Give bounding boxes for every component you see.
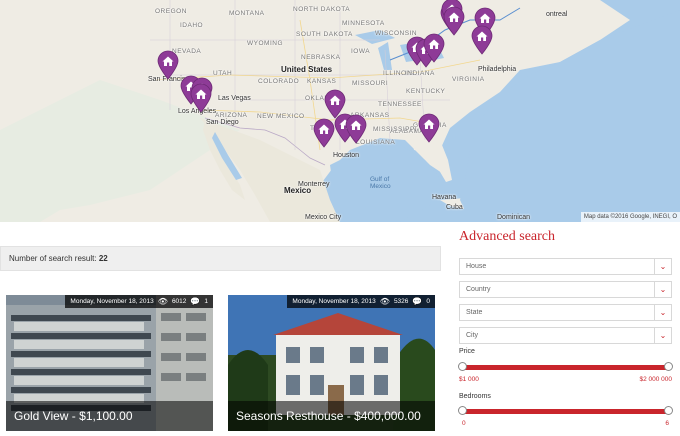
- listing-date: Monday, November 18, 2013: [70, 298, 154, 305]
- advanced-search-panel: Advanced search House ⌄ Country ⌄ State …: [458, 226, 674, 427]
- comment-icon: 💬: [412, 297, 423, 306]
- listing-views: 5326: [393, 298, 409, 305]
- house-marker-icon[interactable]: [423, 33, 445, 63]
- state-placeholder: State: [466, 309, 483, 316]
- listing-meta: Monday, November 18, 2013 👁 6012 💬 1: [65, 295, 213, 308]
- listing-title[interactable]: Gold View - $1,100.00: [6, 401, 213, 431]
- house-marker-icon[interactable]: [443, 6, 465, 36]
- map-state-label: NORTH DAKOTA: [293, 6, 351, 13]
- map-city-label: Havana: [432, 194, 457, 201]
- country-placeholder: Country: [466, 286, 491, 293]
- map-city-label: ontreal: [546, 11, 568, 18]
- map-state-label: MISSOURI: [352, 80, 389, 87]
- house-marker-icon[interactable]: [313, 118, 335, 148]
- listing-views: 6012: [171, 298, 187, 305]
- map-city-label: Philadelphia: [478, 66, 517, 73]
- map-state-label: WYOMING: [247, 40, 283, 47]
- map-state-label: IDAHO: [180, 22, 204, 29]
- price-max-handle[interactable]: [664, 362, 673, 371]
- house-marker-icon[interactable]: [471, 25, 493, 55]
- map-state-label: INDIANA: [405, 70, 435, 77]
- comment-icon: 💬: [190, 297, 201, 306]
- bedrooms-min-value: 0: [462, 420, 466, 427]
- map-state-label: KENTUCKY: [406, 88, 446, 95]
- listing-date: Monday, November 18, 2013: [292, 298, 376, 305]
- page: United States Mexico San Francisco Las V…: [0, 0, 680, 436]
- chevron-down-icon: ⌄: [654, 305, 671, 320]
- state-select[interactable]: State ⌄: [459, 304, 672, 321]
- listing-card[interactable]: Monday, November 18, 2013 👁 6012 💬 1 Gol…: [6, 295, 213, 431]
- chevron-down-icon: ⌄: [654, 328, 671, 343]
- eye-icon: 👁: [379, 297, 390, 306]
- map-state-label: UTAH: [213, 70, 233, 77]
- city-select[interactable]: City ⌄: [459, 327, 672, 344]
- search-result-count: 22: [98, 254, 108, 263]
- map-water-label: Gulf of Mexico: [370, 176, 391, 190]
- chevron-down-icon: ⌄: [654, 282, 671, 297]
- map-city-label: Monterrey: [298, 181, 330, 188]
- map-city-label: San Diego: [206, 119, 239, 126]
- map-city-label: Houston: [333, 152, 360, 159]
- house-marker-icon[interactable]: [190, 83, 212, 113]
- search-result-count-bar: Number of search result: 22: [0, 246, 441, 271]
- map-state-label: KANSAS: [307, 78, 337, 85]
- map-state-label: VIRGINIA: [452, 76, 485, 83]
- bedrooms-min-handle[interactable]: [458, 406, 467, 415]
- house-marker-icon[interactable]: [418, 113, 440, 143]
- house-marker-icon[interactable]: [345, 114, 367, 144]
- map-state-label: SOUTH DAKOTA: [296, 31, 353, 38]
- map-state-label: NEBRASKA: [301, 54, 341, 61]
- map-state-label: NEW MEXICO: [257, 113, 305, 120]
- map-city-label: Mexico City: [305, 214, 342, 221]
- map-state-label: MONTANA: [229, 10, 265, 17]
- map-city-label: Cuba: [446, 204, 463, 211]
- price-min-value: $1 000: [459, 376, 479, 383]
- map-state-label: COLORADO: [258, 78, 300, 85]
- city-placeholder: City: [466, 332, 479, 339]
- bedrooms-max-handle[interactable]: [664, 406, 673, 415]
- price-max-value: $2 000 000: [639, 376, 672, 383]
- listing-comments: 1: [204, 298, 208, 305]
- advanced-search-title: Advanced search: [459, 229, 556, 244]
- house-marker-icon[interactable]: [157, 50, 179, 80]
- map-state-label: MINNESOTA: [342, 20, 385, 27]
- country-select[interactable]: Country ⌄: [459, 281, 672, 298]
- bedrooms-label: Bedrooms: [459, 393, 491, 400]
- map-state-label: IOWA: [351, 48, 371, 55]
- bedrooms-range-slider[interactable]: [458, 406, 673, 415]
- listing-card[interactable]: Monday, November 18, 2013 👁 5326 💬 0 Sea…: [228, 295, 435, 431]
- search-result-label: Number of search result:: [9, 254, 97, 263]
- map-state-label: ARIZONA: [215, 112, 248, 119]
- listing-title[interactable]: Seasons Resthouse - $400,000.00: [228, 401, 435, 431]
- listing-comments: 0: [426, 298, 430, 305]
- map-state-label: MISSISSIPPI: [373, 126, 418, 133]
- price-range-slider[interactable]: [458, 362, 673, 371]
- bedrooms-max-value: 6: [665, 420, 669, 427]
- map-attribution: Map data ©2016 Google, INEGI, O: [580, 212, 680, 222]
- map-state-label: TENNESSEE: [378, 101, 422, 108]
- price-label: Price: [459, 348, 475, 355]
- map-country-label: United States: [281, 65, 333, 74]
- property-type-value: House: [466, 263, 487, 270]
- map-city-label: Dominican: [497, 214, 531, 221]
- eye-icon: 👁: [157, 297, 168, 306]
- property-map[interactable]: United States Mexico San Francisco Las V…: [0, 0, 680, 222]
- chevron-down-icon: ⌄: [654, 259, 671, 274]
- price-min-handle[interactable]: [458, 362, 467, 371]
- listing-meta: Monday, November 18, 2013 👁 5326 💬 0: [287, 295, 435, 308]
- map-state-label: OREGON: [155, 8, 187, 15]
- property-type-select[interactable]: House ⌄: [459, 258, 672, 275]
- map-city-label: Las Vegas: [218, 95, 251, 102]
